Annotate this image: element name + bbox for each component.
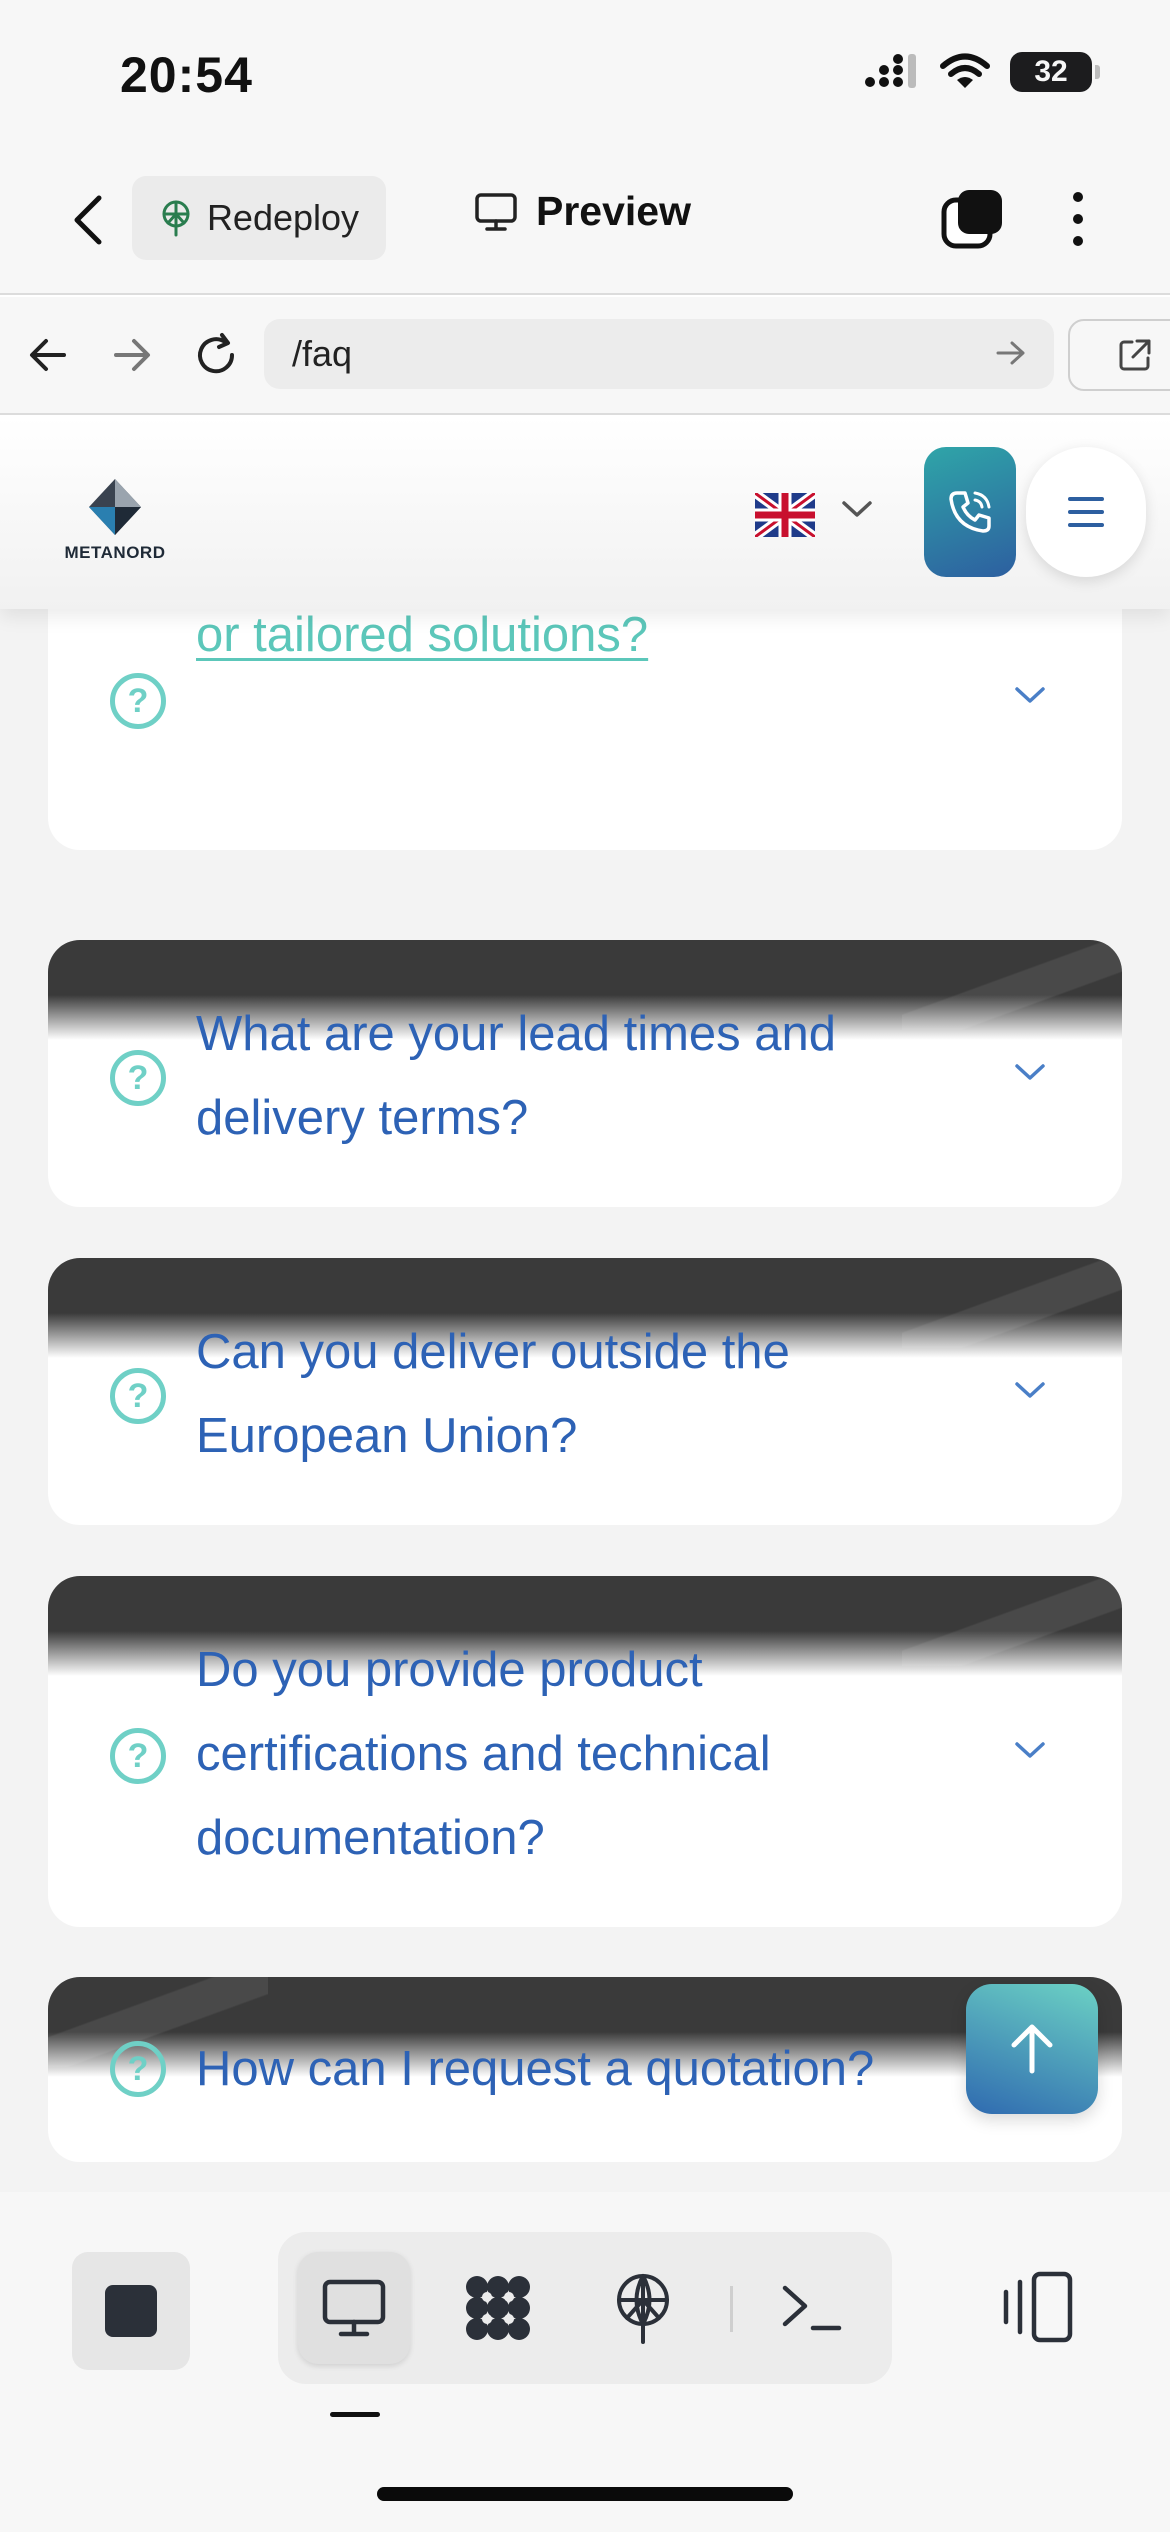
stop-icon [105, 2285, 157, 2337]
site-header: METANORD [0, 417, 1170, 609]
preview-label: Preview [536, 188, 691, 234]
deploy-icon [617, 2274, 669, 2344]
external-link-icon [1119, 339, 1151, 371]
terminal-mode-button[interactable] [756, 2252, 868, 2364]
home-indicator [377, 2487, 793, 2501]
phone-icon [949, 491, 991, 533]
signal-icon [865, 54, 916, 88]
monitor-icon [475, 192, 517, 231]
status-time: 20:54 [120, 47, 253, 103]
preview-title: Preview [474, 188, 691, 235]
website-viewport: METANORD ? Do you offer custom manufactu… [0, 417, 1170, 2192]
faq-item[interactable]: ? What are your lead times and delivery … [48, 940, 1122, 1207]
question-circle-icon: ? [110, 1050, 166, 1106]
metanord-logo-icon [89, 479, 141, 535]
arrow-left-icon [30, 339, 66, 371]
tabs-icon[interactable] [940, 186, 1006, 252]
site-logo[interactable]: METANORD [60, 477, 170, 563]
reload-icon [198, 333, 235, 374]
go-arrow-icon[interactable] [994, 335, 1028, 371]
status-icons: 32 [864, 52, 1100, 92]
components-mode-button[interactable] [442, 2252, 554, 2364]
faq-question[interactable]: Can you deliver outside the European Uni… [196, 1310, 966, 1478]
browser-back-button[interactable] [20, 327, 76, 383]
reload-button[interactable] [188, 327, 244, 383]
mode-switcher [278, 2232, 892, 2384]
chevron-left-icon [74, 195, 102, 245]
wifi-icon [940, 53, 990, 88]
bottom-toolbar [0, 2192, 1170, 2532]
more-options-button[interactable] [1060, 186, 1096, 252]
chevron-down-icon[interactable] [1012, 683, 1048, 707]
deploy-mode-button[interactable] [587, 2252, 699, 2364]
logo-text: METANORD [64, 543, 166, 562]
terminal-icon [782, 2285, 842, 2331]
url-text: /faq [292, 333, 353, 374]
status-bar: 20:54 32 [0, 0, 1170, 150]
desktop-mode-button[interactable] [298, 2252, 410, 2364]
side-panel-icon[interactable] [1000, 2268, 1076, 2348]
open-external-button[interactable] [1068, 319, 1170, 391]
selected-mode-indicator [330, 2412, 380, 2417]
back-button[interactable] [58, 190, 118, 250]
desktop-icon [322, 2279, 386, 2337]
faq-question[interactable]: What are your lead times and delivery te… [196, 992, 966, 1160]
scroll-to-top-button[interactable] [966, 1984, 1098, 2114]
chevron-down-icon[interactable] [1012, 1378, 1048, 1402]
hamburger-menu-button[interactable] [1026, 447, 1146, 577]
faq-question[interactable]: How can I request a quotation? [196, 2027, 1096, 2111]
deploy-icon [162, 200, 190, 237]
chevron-down-icon[interactable] [1012, 1738, 1048, 1762]
faq-question[interactable]: Do you provide product certifications an… [196, 1628, 966, 1880]
url-input[interactable]: /faq [264, 319, 1054, 389]
chevron-down-icon[interactable] [1012, 1060, 1048, 1084]
app-toolbar: Redeploy Preview [0, 150, 1170, 295]
chevron-down-icon[interactable] [840, 497, 874, 521]
uk-flag-icon[interactable] [755, 493, 815, 537]
components-icon [466, 2276, 530, 2340]
question-circle-icon: ? [110, 1728, 166, 1784]
faq-item[interactable]: ? Can you deliver outside the European U… [48, 1258, 1122, 1525]
faq-item[interactable]: ? How can I request a quotation? [48, 1977, 1122, 2162]
browser-forward-button[interactable] [104, 327, 160, 383]
faq-item[interactable]: ? Do you provide product certifications … [48, 1576, 1122, 1927]
redeploy-button[interactable]: Redeploy [132, 176, 386, 260]
redeploy-label: Redeploy [206, 197, 360, 238]
arrow-right-icon [114, 339, 150, 371]
question-circle-icon: ? [110, 673, 166, 729]
battery-indicator: 32 [1010, 52, 1100, 92]
question-circle-icon: ? [110, 1368, 166, 1424]
arrow-up-icon [1011, 2024, 1053, 2074]
stop-button[interactable] [72, 2252, 190, 2370]
call-button[interactable] [924, 447, 1016, 577]
question-circle-icon: ? [110, 2041, 166, 2097]
url-bar: /faq [0, 297, 1170, 415]
